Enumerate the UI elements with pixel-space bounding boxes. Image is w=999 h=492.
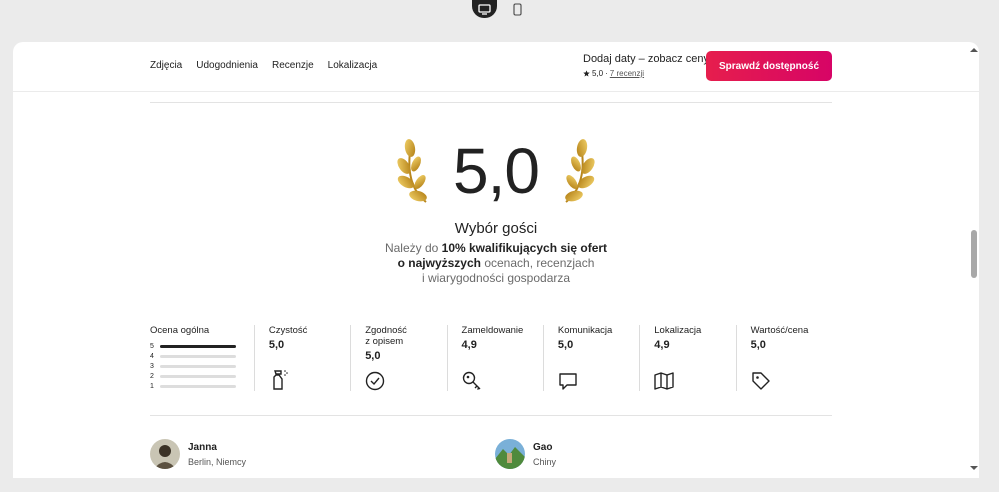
- avatar[interactable]: [495, 439, 525, 469]
- scrollbar[interactable]: [969, 42, 979, 478]
- overall-rating-histogram: Ocena ogólna 5 4 3 2 1: [150, 325, 254, 391]
- histogram-stars: 4: [150, 352, 154, 360]
- rating-breakdown: Ocena ogólna 5 4 3 2 1 Czystość 5,0 Zgod…: [150, 325, 832, 391]
- histogram-row: 1: [150, 381, 254, 391]
- reviewer-location: Chiny: [533, 456, 557, 467]
- review-item: Gao Chiny: [495, 439, 556, 469]
- category-location: Lokalizacja 4,9: [639, 325, 735, 391]
- category-label: Lokalizacja: [654, 325, 702, 336]
- monitor-icon: [478, 3, 491, 15]
- review-item: Janna Berlin, Niemcy: [150, 439, 246, 469]
- scroll-down-arrow-icon[interactable]: [969, 464, 979, 472]
- histogram-row: 4: [150, 351, 254, 361]
- desc-text: ocenach, recenzjach: [480, 256, 595, 270]
- nav-link-reviews[interactable]: Recenzje: [272, 60, 314, 71]
- histogram-bar: [160, 374, 236, 378]
- scroll-thumb[interactable]: [971, 230, 977, 278]
- divider: [150, 102, 832, 103]
- reviews-count-link[interactable]: 7 recenzji: [610, 69, 644, 78]
- histogram-bar-fill: [160, 344, 236, 348]
- spray-bottle-icon: [273, 370, 288, 390]
- histogram-bar: [160, 384, 236, 388]
- category-value: Wartość/cena 5,0: [735, 325, 832, 391]
- desc-text: i wiarygodności gospodarza: [421, 271, 571, 285]
- reviewer-name: Janna: [188, 441, 217, 453]
- laurel-right-icon: [565, 139, 595, 203]
- key-icon: [462, 371, 481, 390]
- chat-bubble-icon: [559, 373, 577, 390]
- category-value: 4,9: [654, 339, 670, 351]
- histogram-bar: [160, 344, 236, 348]
- reviewer-location: Berlin, Niemcy: [188, 456, 247, 467]
- category-cleanliness: Czystość 5,0: [253, 325, 350, 391]
- rating-separator: ·: [605, 69, 608, 78]
- check-circle-icon: [365, 371, 385, 391]
- mobile-view-button[interactable]: [505, 0, 529, 18]
- guest-favorite-title: Wybór gości: [454, 220, 538, 237]
- category-value: 5,0: [365, 350, 381, 362]
- histogram-row: 3: [150, 361, 254, 371]
- price-title: Dodaj daty – zobacz ceny: [583, 53, 709, 65]
- desc-bold: 10% kwalifikujących się ofert: [441, 241, 608, 255]
- histogram-stars: 3: [150, 362, 154, 370]
- sticky-subnav: Zdjęcia Udogodnienia Recenzje Lokalizacj…: [13, 42, 979, 92]
- rating-value: 5,0: [592, 69, 604, 78]
- histogram-stars: 5: [150, 342, 154, 350]
- category-checkin: Zameldowanie 4,9: [446, 325, 543, 391]
- check-availability-button[interactable]: Sprawdź dostępność: [706, 51, 832, 81]
- category-label: Zgodność z opisem: [365, 325, 407, 347]
- category-value: 5,0: [268, 339, 285, 351]
- price-block: Dodaj daty – zobacz ceny 5,0 · 7 recenzj…: [583, 53, 709, 78]
- desktop-view-button[interactable]: [472, 0, 497, 18]
- scroll-up-arrow-icon[interactable]: [969, 46, 979, 54]
- nav-link-amenities[interactable]: Udogodnienia: [196, 60, 258, 71]
- category-value: 5,0: [557, 339, 574, 351]
- category-accuracy: Zgodność z opisem 5,0: [350, 325, 446, 391]
- reviewer-name: Gao: [533, 441, 553, 453]
- map-icon: [654, 372, 674, 390]
- rating-summary: 5,0 · 7 recenzji: [583, 69, 709, 78]
- overall-rating-label: Ocena ogólna: [150, 325, 210, 336]
- laurel-left-icon: [397, 139, 427, 203]
- nav-link-location[interactable]: Lokalizacja: [328, 60, 377, 71]
- overall-score: 5,0: [453, 135, 540, 207]
- tag-icon: [751, 372, 770, 390]
- star-icon: [583, 70, 590, 77]
- category-label: Wartość/cena: [750, 325, 809, 336]
- desc-text: Należy do: [384, 241, 442, 255]
- category-label: Zameldowanie: [461, 325, 524, 336]
- desc-bold: o najwyższych: [397, 256, 481, 270]
- histogram-stars: 1: [150, 382, 154, 390]
- histogram-row: 2: [150, 371, 254, 381]
- guest-favorite-description: Należy do 10% kwalifikujących się ofert …: [13, 241, 979, 286]
- divider: [150, 415, 832, 416]
- phone-icon: [512, 2, 522, 16]
- listing-card: Zdjęcia Udogodnienia Recenzje Lokalizacj…: [13, 42, 979, 478]
- category-communication: Komunikacja 5,0: [542, 325, 639, 391]
- guest-favorite-section: 5,0 Wybór gości Należy do 10% kwalifikuj…: [13, 130, 979, 286]
- histogram-stars: 2: [150, 372, 154, 380]
- avatar[interactable]: [150, 439, 180, 469]
- histogram-bar: [160, 364, 236, 368]
- nav-link-photos[interactable]: Zdjęcia: [150, 60, 182, 71]
- category-label: Komunikacja: [557, 325, 613, 336]
- section-links: Zdjęcia Udogodnienia Recenzje Lokalizacj…: [150, 60, 377, 71]
- histogram: 5 4 3 2 1: [150, 341, 254, 391]
- category-label: Czystość: [268, 325, 308, 336]
- histogram-bar: [160, 354, 236, 358]
- histogram-row: 5: [150, 341, 254, 351]
- category-value: 5,0: [750, 339, 766, 351]
- category-value: 4,9: [461, 339, 477, 351]
- device-switch: [472, 0, 529, 18]
